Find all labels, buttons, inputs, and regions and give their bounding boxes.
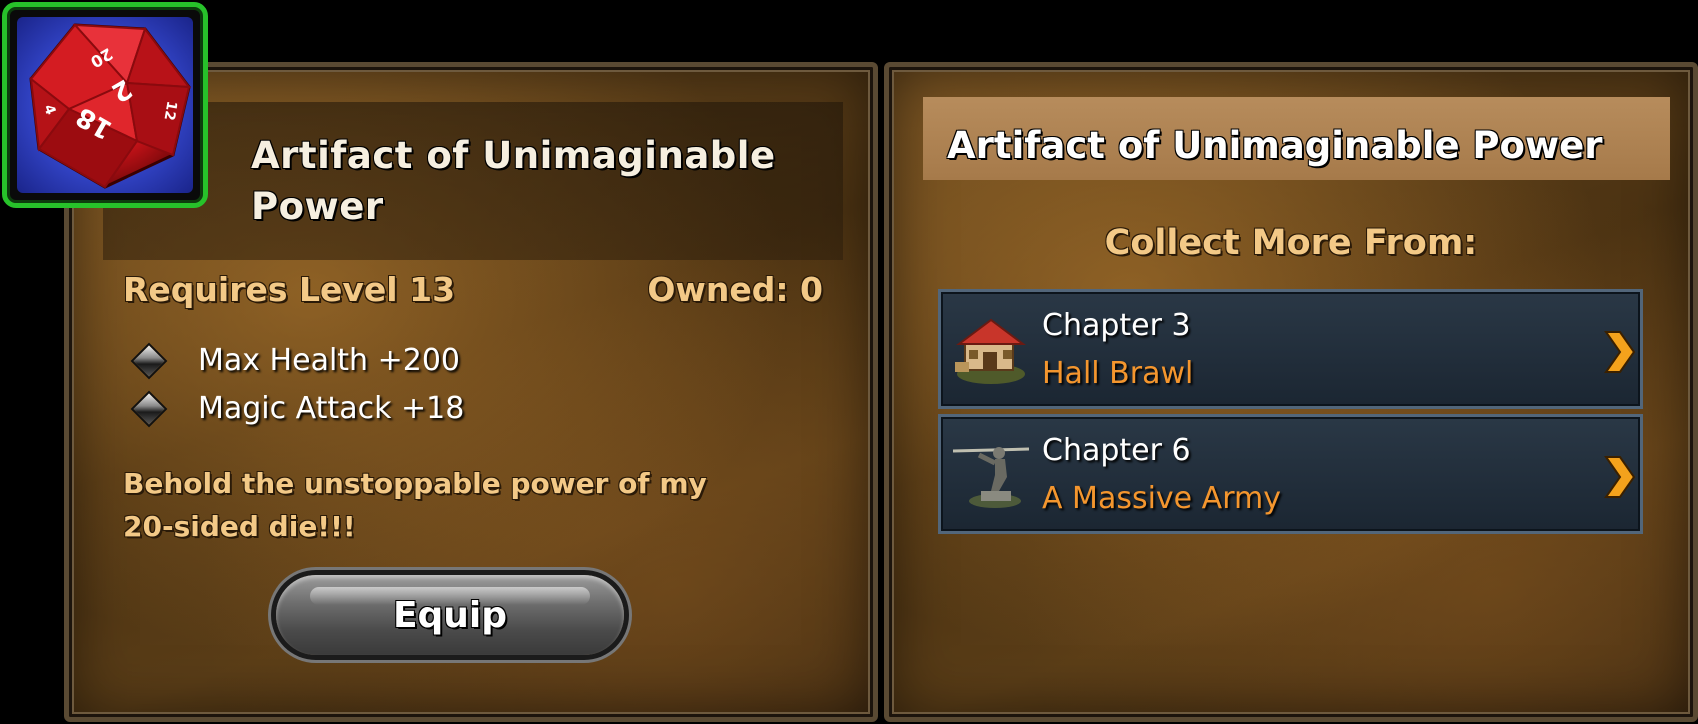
stat-label: Magic Attack +18 — [198, 391, 465, 426]
equip-button-label: Equip — [392, 594, 508, 636]
source-row-chapter-6[interactable]: Chapter 6 A Massive Army — [938, 414, 1643, 534]
owned-count: Owned: 0 — [647, 270, 823, 309]
source-chapter: Chapter 6 — [1042, 433, 1191, 468]
source-chapter: Chapter 3 — [1042, 308, 1191, 343]
chevron-right-icon — [1604, 331, 1636, 373]
stat-row-magic-attack: Magic Attack +18 — [133, 391, 465, 426]
required-level: Requires Level 13 — [123, 270, 456, 309]
collect-sources-panel: Artifact of Unimaginable Power Collect M… — [884, 62, 1698, 722]
source-name: Hall Brawl — [1042, 356, 1194, 391]
warrior-statue-icon — [952, 447, 1030, 508]
stat-row-max-health: Max Health +200 — [133, 343, 461, 378]
stat-label: Max Health +200 — [198, 343, 461, 378]
hall-building-icon — [955, 318, 1026, 384]
die-number: 12 — [160, 100, 179, 122]
sources-title: Artifact of Unimaginable Power — [947, 124, 1603, 167]
item-icon-background: 20 2 18 4 12 — [17, 17, 193, 193]
source-name: A Massive Army — [1042, 481, 1281, 516]
item-title: Artifact of Unimaginable Power — [251, 134, 776, 228]
item-description: Behold the unstoppable power of my 20-si… — [123, 467, 707, 543]
source-row-chapter-3[interactable]: Chapter 3 Hall Brawl — [938, 289, 1643, 409]
item-icon-frame: 20 2 18 4 12 — [2, 2, 208, 208]
collect-heading: Collect More From: — [1104, 223, 1478, 263]
diamond-bullet-icon — [133, 392, 165, 425]
equip-button[interactable]: Equip — [276, 575, 624, 655]
d20-die-icon: 20 2 18 4 12 — [29, 23, 192, 189]
diamond-bullet-icon — [133, 344, 165, 377]
chevron-right-icon — [1604, 456, 1636, 498]
